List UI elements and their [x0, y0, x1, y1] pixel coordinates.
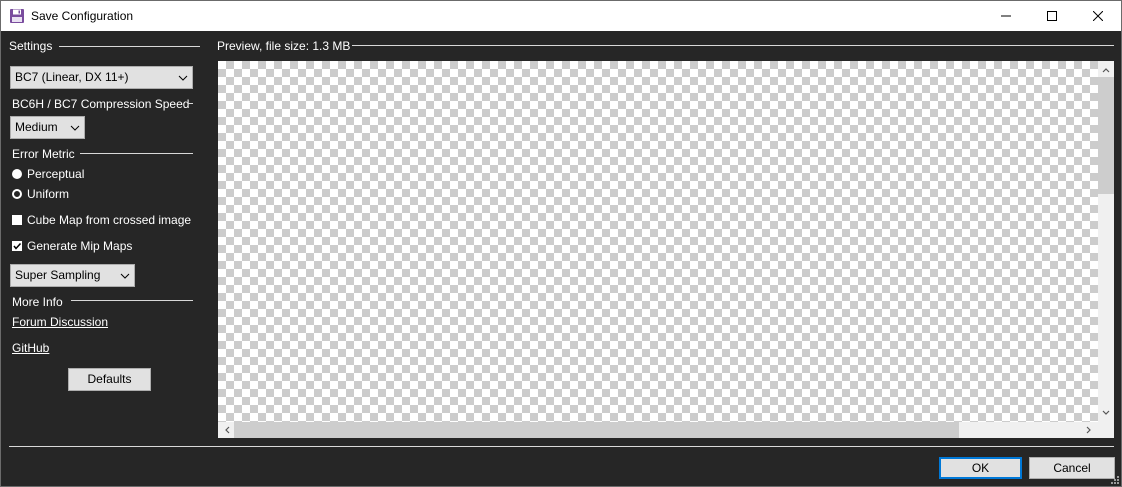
radio-uniform-label: Uniform	[27, 187, 70, 201]
error-metric-title: Error Metric	[12, 147, 75, 161]
compression-speed-select[interactable]: Medium	[10, 116, 85, 139]
checkmark-icon	[13, 242, 22, 250]
defaults-button[interactable]: Defaults	[68, 368, 151, 391]
cancel-button-label: Cancel	[1053, 461, 1091, 475]
radio-unselected-indicator	[12, 189, 22, 199]
forum-discussion-link[interactable]: Forum Discussion	[12, 315, 108, 329]
github-link[interactable]: GitHub	[12, 341, 49, 355]
close-icon	[1093, 11, 1103, 21]
close-button[interactable]	[1075, 1, 1121, 31]
scroll-up-icon[interactable]	[1098, 63, 1114, 77]
more-info-divider	[71, 300, 193, 301]
radio-uniform[interactable]: Uniform	[12, 187, 69, 201]
radio-perceptual[interactable]: Perceptual	[12, 167, 84, 181]
resize-grip-icon[interactable]	[1111, 476, 1119, 484]
sampling-select-value: Super Sampling	[15, 268, 101, 282]
window-title: Save Configuration	[31, 9, 134, 23]
minimize-button[interactable]	[983, 1, 1029, 31]
compression-speed-value: Medium	[15, 120, 58, 134]
chevron-down-icon	[178, 75, 188, 81]
preview-pane[interactable]	[218, 61, 1114, 438]
scroll-right-icon[interactable]	[1082, 422, 1096, 438]
transparent-preview-image	[218, 61, 1098, 422]
chevron-down-icon	[70, 125, 80, 131]
title-bar[interactable]: Save Configuration	[1, 1, 1121, 31]
mip-maps-label: Generate Mip Maps	[27, 239, 133, 253]
save-configuration-window: Save Configuration Settings BC7 (Linear,…	[0, 0, 1122, 487]
error-metric-divider	[80, 153, 193, 154]
scroll-left-icon[interactable]	[220, 422, 234, 438]
floppy-disk-icon	[10, 9, 24, 23]
cancel-button[interactable]: Cancel	[1029, 457, 1115, 479]
footer-divider	[9, 446, 1114, 447]
compression-speed-title: BC6H / BC7 Compression Speed	[12, 97, 190, 111]
mip-maps-checkbox[interactable]: Generate Mip Maps	[12, 239, 132, 253]
settings-divider	[59, 46, 200, 47]
settings-group-title: Settings	[9, 39, 53, 53]
maximize-button[interactable]	[1029, 1, 1075, 31]
cube-map-checkbox[interactable]: Cube Map from crossed image	[12, 213, 191, 227]
vertical-scroll-thumb[interactable]	[1098, 77, 1114, 194]
ok-button-label: OK	[971, 461, 990, 475]
ok-button[interactable]: OK	[939, 457, 1022, 479]
radio-perceptual-label: Perceptual	[27, 167, 85, 181]
minimize-icon	[1001, 15, 1011, 17]
chevron-down-icon	[120, 273, 130, 279]
vertical-scrollbar[interactable]	[1098, 61, 1114, 422]
format-select[interactable]: BC7 (Linear, DX 11+)	[10, 66, 193, 89]
scroll-down-icon[interactable]	[1098, 406, 1114, 420]
format-select-value: BC7 (Linear, DX 11+)	[15, 70, 129, 84]
dialog-body: Settings BC7 (Linear, DX 11+) BC6H / BC7…	[1, 31, 1121, 486]
checkbox-checked-box	[12, 241, 22, 251]
scrollbar-corner	[1098, 422, 1114, 438]
horizontal-scroll-thumb[interactable]	[234, 422, 959, 438]
horizontal-scrollbar[interactable]	[218, 422, 1098, 438]
maximize-icon	[1047, 11, 1057, 21]
preview-divider	[352, 45, 1114, 46]
cube-map-label: Cube Map from crossed image	[27, 213, 192, 227]
sampling-select[interactable]: Super Sampling	[10, 264, 135, 287]
more-info-title: More Info	[12, 295, 63, 309]
preview-title: Preview, file size: 1.3 MB	[217, 39, 351, 53]
checkbox-unchecked-box	[12, 215, 22, 225]
radio-selected-indicator	[12, 169, 22, 179]
defaults-button-label: Defaults	[87, 372, 132, 386]
compression-speed-divider	[188, 103, 193, 104]
